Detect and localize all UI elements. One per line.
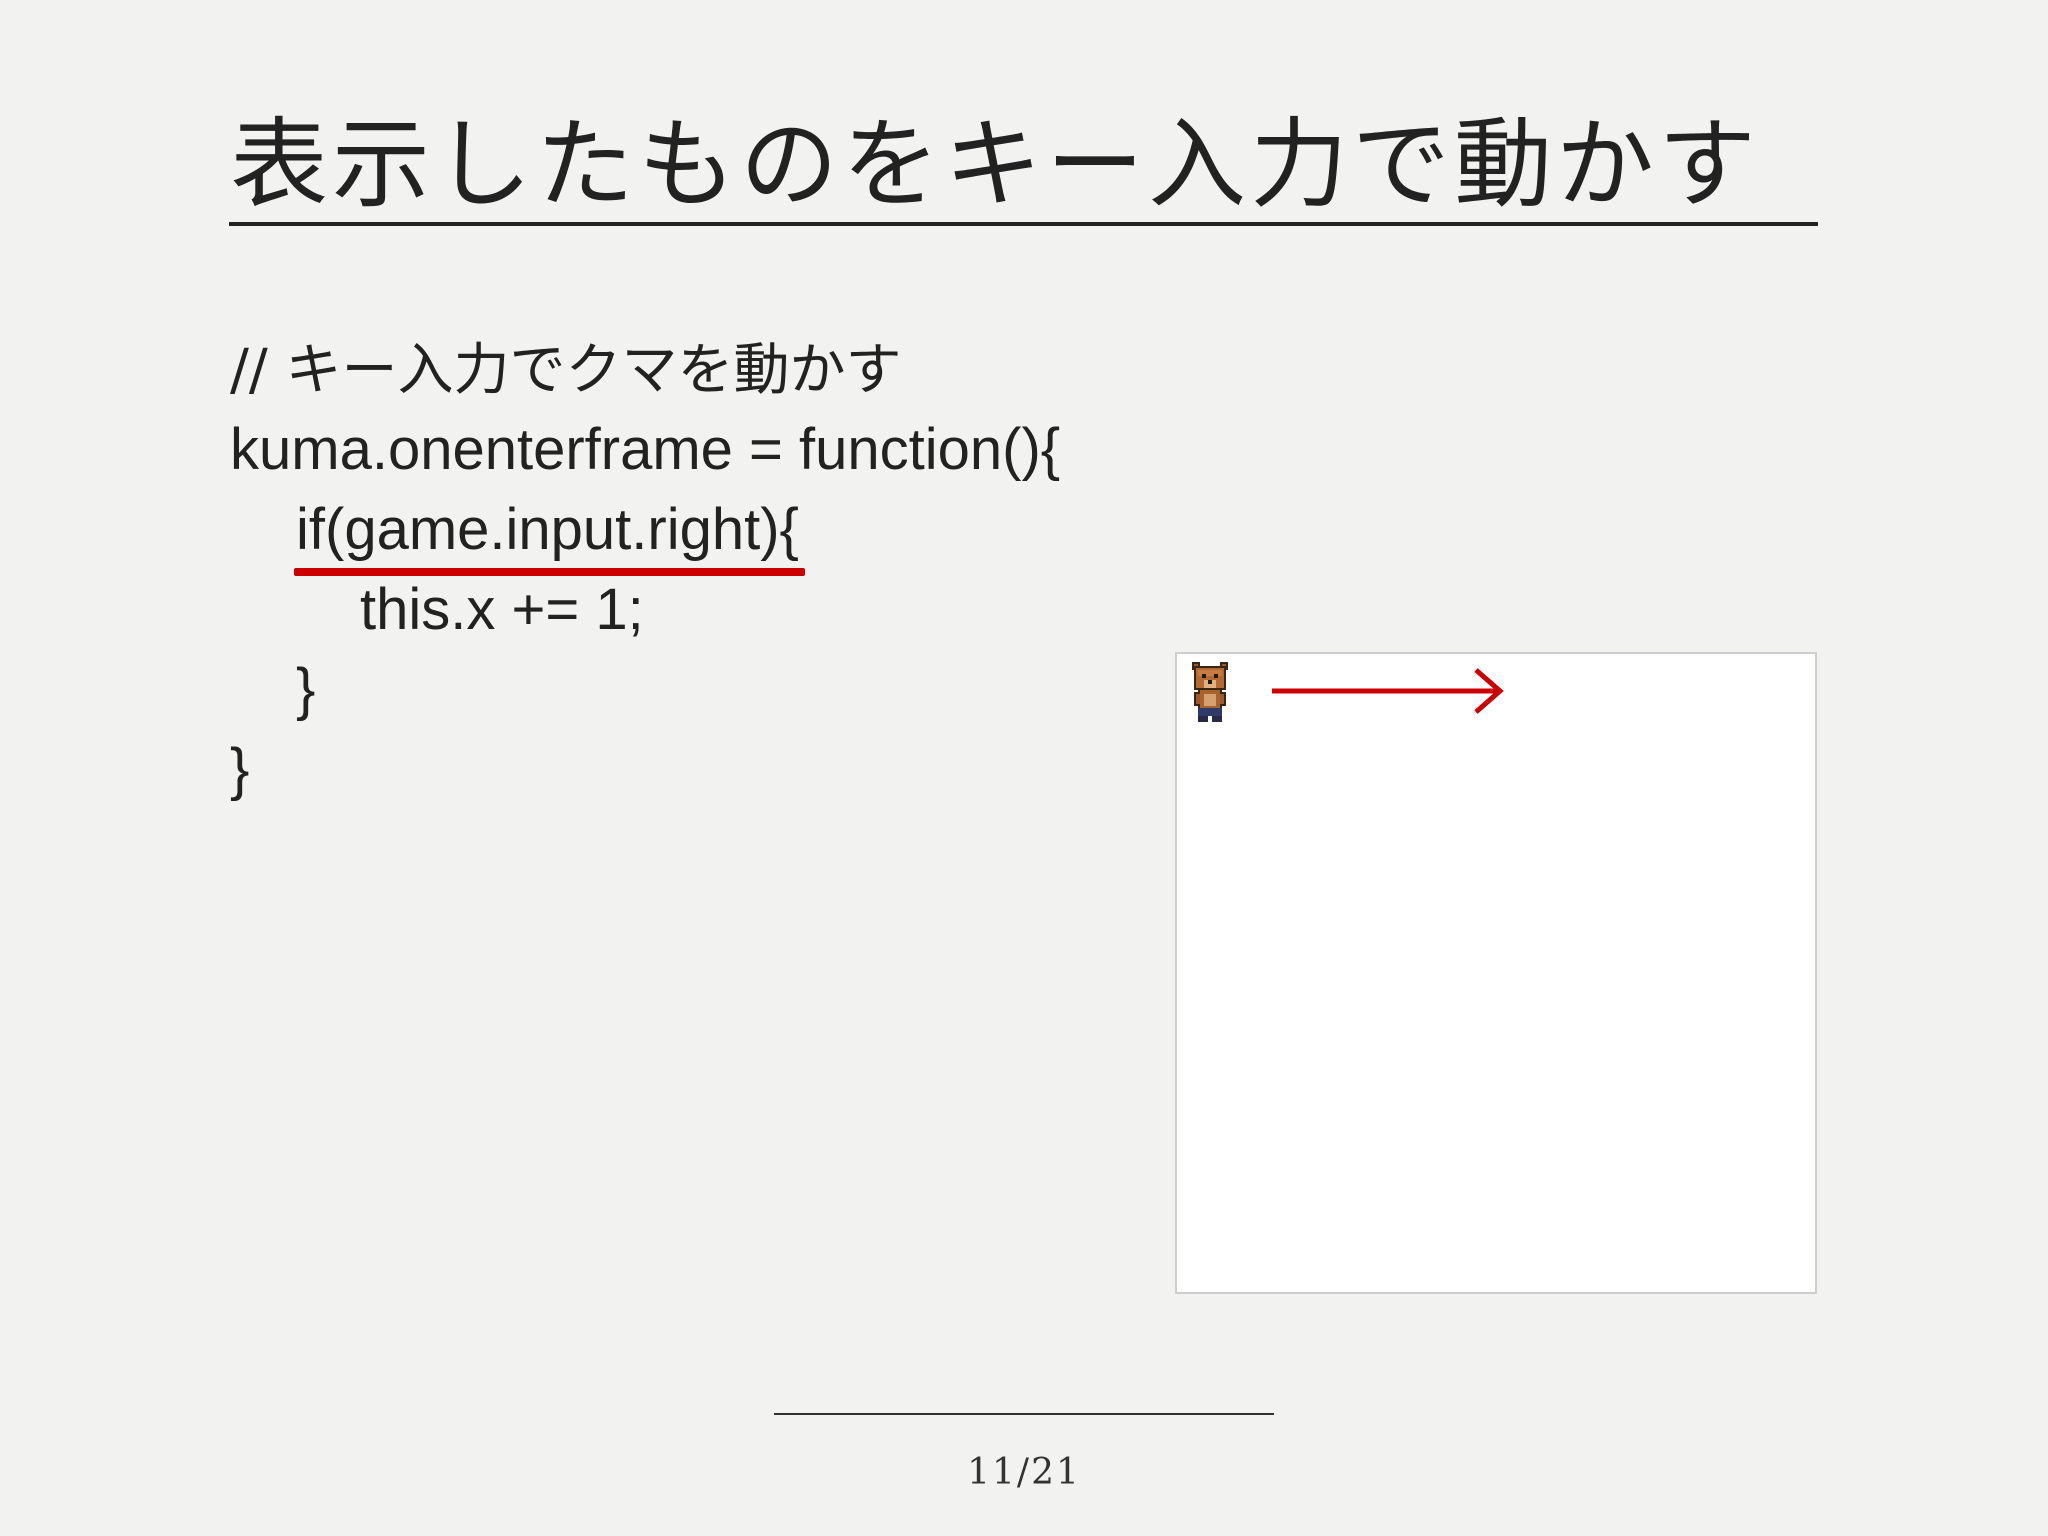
right-arrow-icon [1272, 668, 1504, 714]
code-comment: // キー入力でクマを動かす [230, 338, 902, 403]
code-line-function-close: } [230, 730, 1060, 810]
code-line-comment: // キー入力でクマを動かす [230, 330, 1060, 410]
slide-title: 表示したものをキー入力で動かす [230, 108, 1761, 222]
code-if-close-brace: } [296, 657, 316, 722]
code-if-condition: if(game.input.right){ [294, 490, 805, 576]
title-divider [229, 222, 1818, 226]
code-line-if: if(game.input.right){ [230, 490, 1060, 576]
code-line-if-close: } [230, 650, 1060, 730]
code-function-close-brace: } [230, 737, 250, 802]
code-line-increment: this.x += 1; [230, 570, 1060, 650]
code-increment-statement: this.x += 1; [360, 577, 644, 642]
bear-sprite-icon [1192, 662, 1228, 722]
footer-divider [774, 1413, 1274, 1415]
code-function-declaration: kuma.onenterframe = function(){ [230, 417, 1061, 482]
code-line-function: kuma.onenterframe = function(){ [230, 410, 1060, 490]
code-block: // キー入力でクマを動かす kuma.onenterframe = funct… [230, 330, 1060, 810]
game-preview-canvas [1175, 652, 1817, 1294]
page-number: 11/21 [967, 1452, 1081, 1493]
code-if-text: if(game.input.right){ [296, 497, 799, 562]
